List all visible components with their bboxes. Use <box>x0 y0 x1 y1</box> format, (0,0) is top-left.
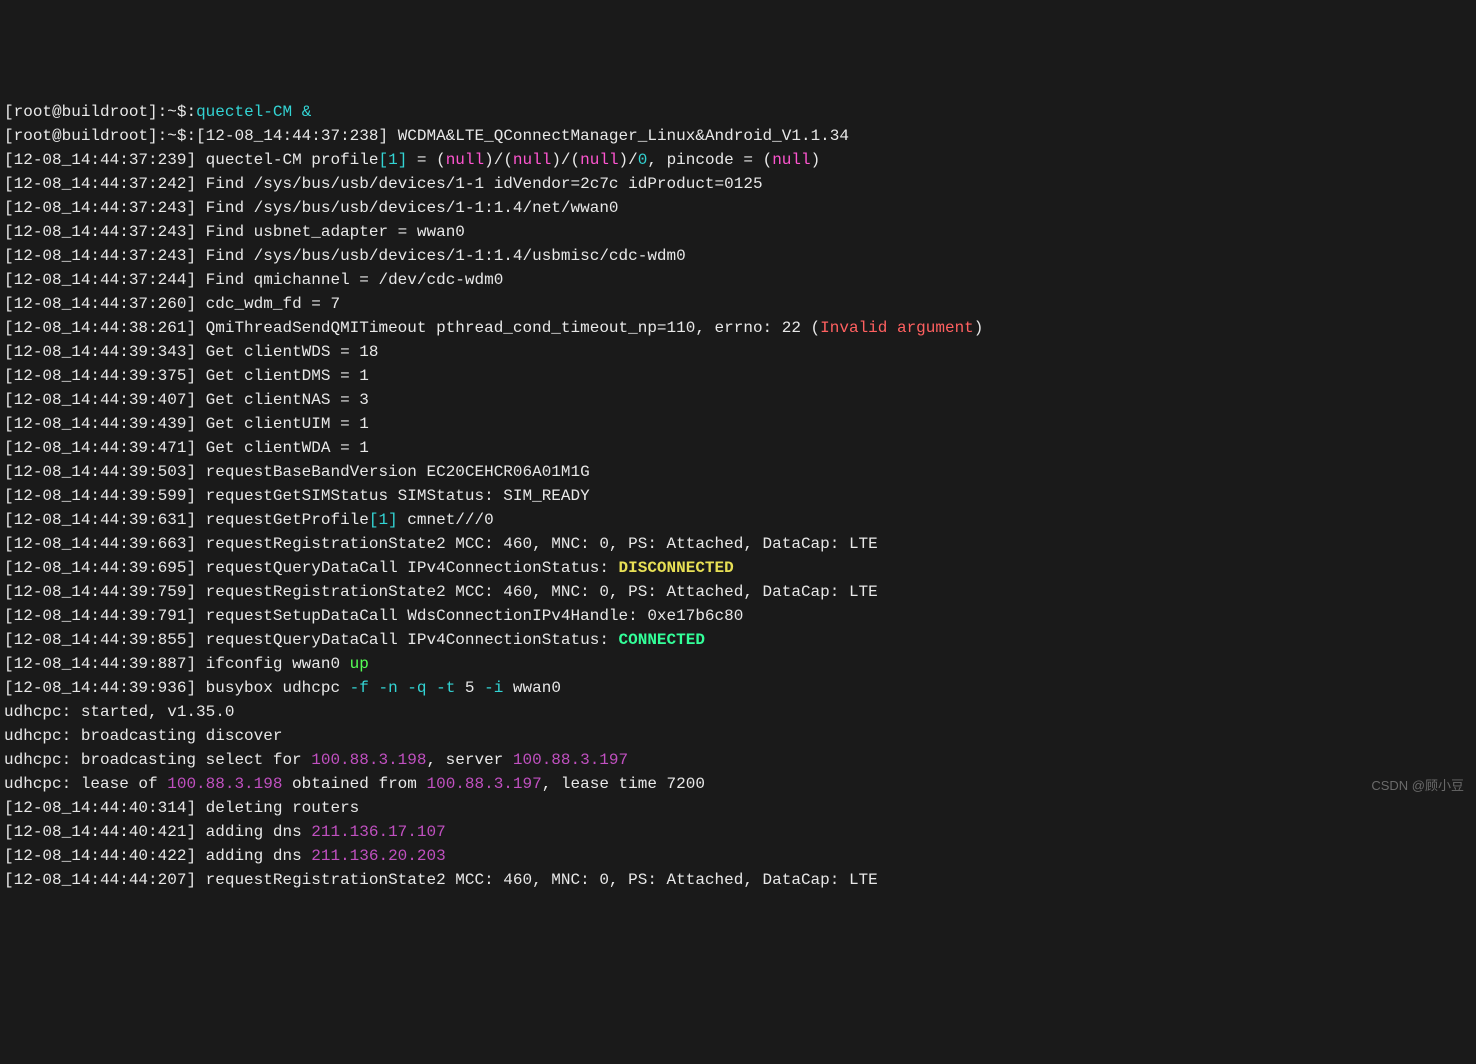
log-line: [12-08_14:44:39:375] Get clientDMS = 1 <box>4 364 1472 388</box>
terminal-output[interactable]: [root@buildroot]:~$:quectel-CM &[root@bu… <box>4 100 1472 892</box>
log-line: [12-08_14:44:37:243] Find /sys/bus/usb/d… <box>4 196 1472 220</box>
log-line: [12-08_14:44:39:855] requestQueryDataCal… <box>4 628 1472 652</box>
log-line: [12-08_14:44:37:239] quectel-CM profile[… <box>4 148 1472 172</box>
log-line: [12-08_14:44:37:243] Find /sys/bus/usb/d… <box>4 244 1472 268</box>
log-line: [12-08_14:44:37:260] cdc_wdm_fd = 7 <box>4 292 1472 316</box>
log-line: [12-08_14:44:39:503] requestBaseBandVers… <box>4 460 1472 484</box>
log-line: [12-08_14:44:39:343] Get clientWDS = 18 <box>4 340 1472 364</box>
log-line: [12-08_14:44:39:887] ifconfig wwan0 up <box>4 652 1472 676</box>
log-line: [12-08_14:44:39:791] requestSetupDataCal… <box>4 604 1472 628</box>
log-line: [12-08_14:44:38:261] QmiThreadSendQMITim… <box>4 316 1472 340</box>
log-line: [12-08_14:44:39:439] Get clientUIM = 1 <box>4 412 1472 436</box>
log-line: [12-08_14:44:39:936] busybox udhcpc -f -… <box>4 676 1472 700</box>
log-line: [12-08_14:44:39:695] requestQueryDataCal… <box>4 556 1472 580</box>
watermark: CSDN @顾小豆 <box>1371 774 1464 798</box>
log-line: [12-08_14:44:39:599] requestGetSIMStatus… <box>4 484 1472 508</box>
log-line: [12-08_14:44:37:242] Find /sys/bus/usb/d… <box>4 172 1472 196</box>
log-line: [12-08_14:44:39:663] requestRegistration… <box>4 532 1472 556</box>
log-line: [12-08_14:44:39:631] requestGetProfile[1… <box>4 508 1472 532</box>
log-line: [12-08_14:44:37:244] Find qmichannel = /… <box>4 268 1472 292</box>
log-line: [12-08_14:44:40:421] adding dns 211.136.… <box>4 820 1472 844</box>
log-line: [12-08_14:44:40:314] deleting routers <box>4 796 1472 820</box>
log-line: [12-08_14:44:39:759] requestRegistration… <box>4 580 1472 604</box>
log-line: udhcpc: broadcasting select for 100.88.3… <box>4 748 1472 772</box>
prompt-line-1: [root@buildroot]:~$:quectel-CM & <box>4 100 1472 124</box>
log-line: [12-08_14:44:39:471] Get clientWDA = 1 <box>4 436 1472 460</box>
log-line: udhcpc: started, v1.35.0 <box>4 700 1472 724</box>
prompt-line-2: [root@buildroot]:~$:[12-08_14:44:37:238]… <box>4 124 1472 148</box>
log-line: [12-08_14:44:37:243] Find usbnet_adapter… <box>4 220 1472 244</box>
log-line: udhcpc: lease of 100.88.3.198 obtained f… <box>4 772 1472 796</box>
log-line: udhcpc: broadcasting discover <box>4 724 1472 748</box>
log-line: [12-08_14:44:40:422] adding dns 211.136.… <box>4 844 1472 868</box>
log-line: [12-08_14:44:44:207] requestRegistration… <box>4 868 1472 892</box>
log-line: [12-08_14:44:39:407] Get clientNAS = 3 <box>4 388 1472 412</box>
